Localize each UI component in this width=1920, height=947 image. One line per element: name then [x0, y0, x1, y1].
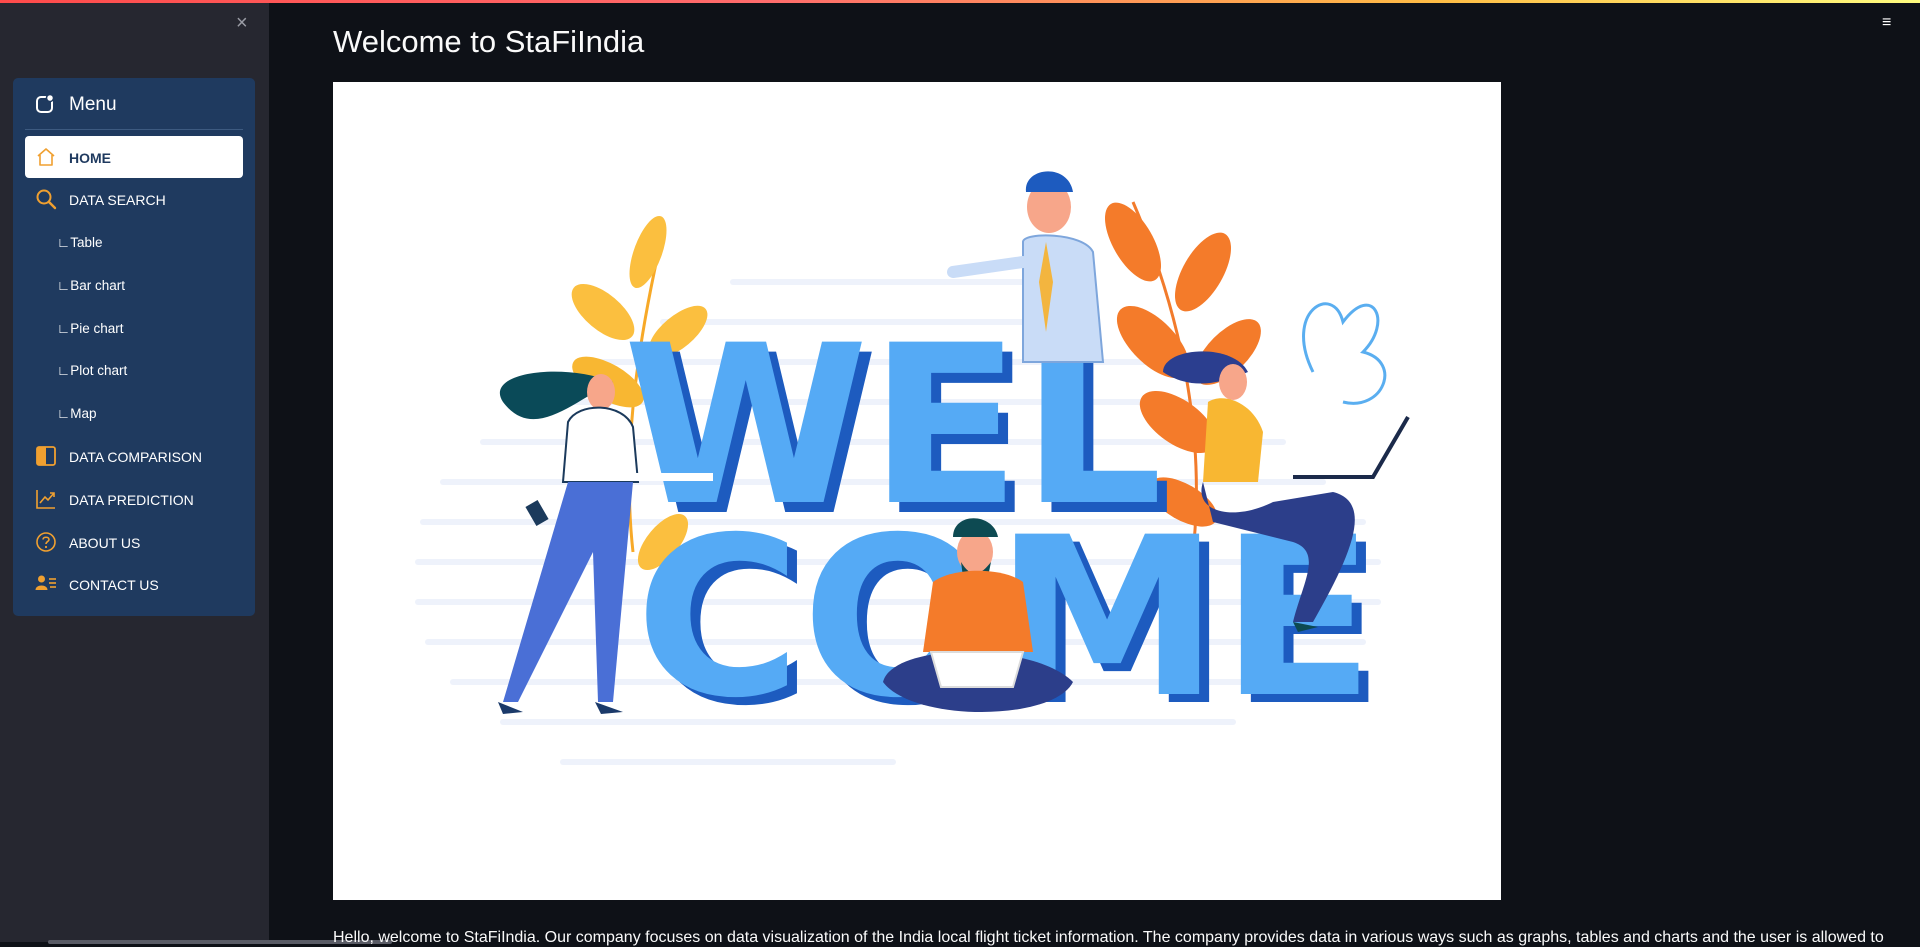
nav-item-data-comparison[interactable]: DATA COMPARISON — [25, 435, 243, 477]
layout-split-icon — [36, 446, 56, 466]
nav-item-pie-chart[interactable]: ∟Pie chart — [25, 307, 243, 349]
nav-item-map[interactable]: ∟Map — [25, 392, 243, 434]
intro-paragraph: Hello, welcome to StaFiIndia. Our compan… — [333, 929, 1884, 946]
menu-header: Menu — [13, 78, 255, 130]
menu-divider — [25, 129, 243, 130]
nav-item-data-search[interactable]: DATA SEARCH — [25, 178, 243, 220]
top-decoration-bar — [0, 0, 1920, 3]
nav-item-label: ∟Map — [57, 406, 97, 421]
page-title: Welcome to StaFiIndia — [333, 24, 645, 59]
nav-item-label: ∟Table — [57, 235, 103, 250]
nav-item-label: ∟Plot chart — [57, 363, 128, 378]
graph-up-icon — [36, 490, 55, 509]
person-lines-icon — [35, 575, 56, 590]
search-icon — [36, 189, 57, 210]
nav-item-label: ∟Pie chart — [57, 321, 124, 336]
nav-item-plot-chart[interactable]: ∟Plot chart — [25, 349, 243, 391]
menu-title: Menu — [69, 94, 117, 115]
home-icon — [37, 148, 55, 166]
nav-item-contact-us[interactable]: CONTACT US — [25, 563, 243, 605]
nav-item-home[interactable]: HOME — [25, 136, 243, 178]
sidebar: × Menu HOME DATA SEARCH ∟Table ∟Bar char… — [0, 3, 392, 944]
nav-item-bar-chart[interactable]: ∟Bar chart — [25, 264, 243, 306]
welcome-illustration: WEL WEL COME COME — [415, 171, 1410, 765]
nav-item-label: ABOUT US — [69, 535, 141, 551]
nav-item-table[interactable]: ∟Table — [25, 221, 243, 263]
nav-item-label: HOME — [69, 150, 111, 166]
close-sidebar-icon[interactable]: × — [236, 13, 248, 33]
nav-item-label: DATA PREDICTION — [69, 492, 194, 508]
nav-item-label: ∟Bar chart — [57, 278, 125, 293]
question-circle-icon — [36, 532, 56, 552]
option-menu: Menu HOME DATA SEARCH ∟Table ∟Bar chart … — [13, 78, 255, 616]
hamburger-menu-icon[interactable]: ≡ — [1882, 14, 1891, 32]
welcome-image: WEL WEL COME COME — [333, 82, 1501, 900]
nav-item-data-prediction[interactable]: DATA PREDICTION — [25, 478, 243, 520]
nav-item-label: CONTACT US — [69, 577, 159, 593]
nav-item-about-us[interactable]: ABOUT US — [25, 521, 243, 563]
nav-item-label: DATA COMPARISON — [69, 449, 203, 465]
app-indicator-icon — [36, 94, 55, 113]
nav-item-label: DATA SEARCH — [69, 192, 166, 208]
